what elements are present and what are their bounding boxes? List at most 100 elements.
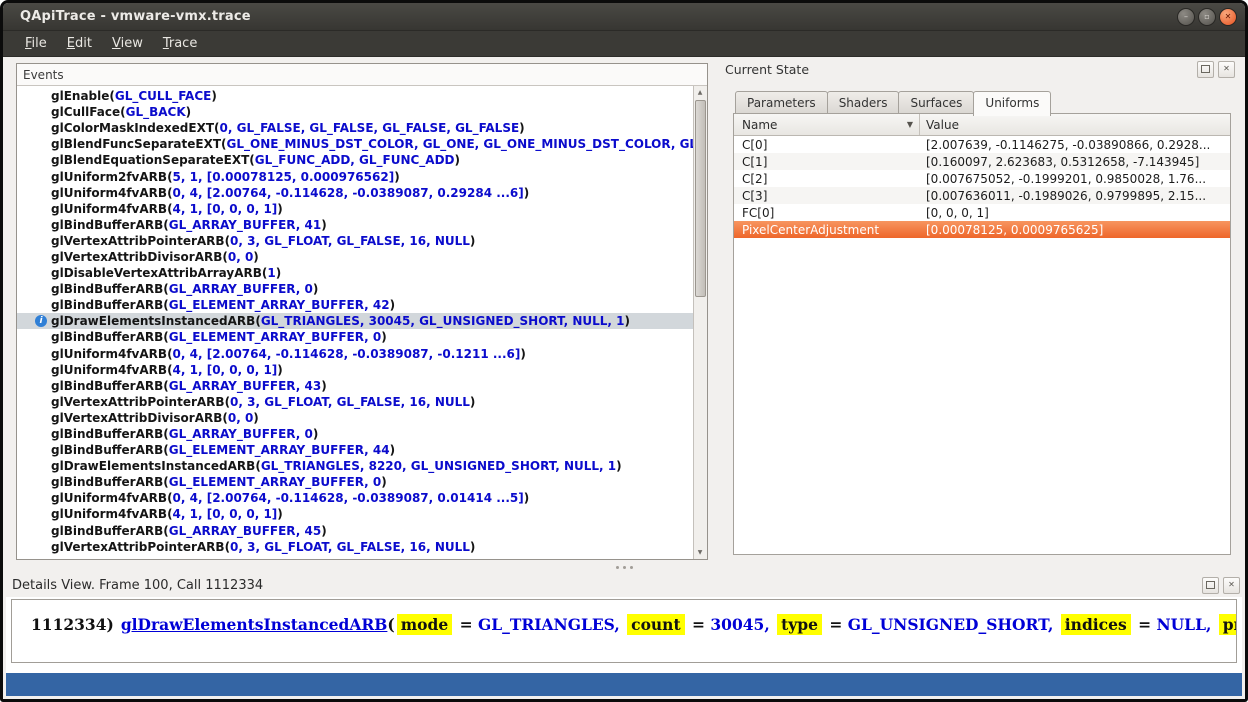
menu-item-view[interactable]: View [102,33,153,54]
tab-uniforms[interactable]: Uniforms [973,91,1051,116]
call-function-name: glBindBufferARB [51,298,163,312]
call-arguments: GL_BACK [126,105,186,119]
event-row[interactable]: glVertexAttribPointerARB(0, 3, GL_FLOAT,… [17,394,694,410]
event-row[interactable]: glCullFace(GL_BACK) [17,104,694,120]
dock-close-button[interactable]: ✕ [1223,577,1240,594]
call-function-name: glEnable [51,89,109,103]
event-row[interactable]: glVertexAttribPointerARB(0, 3, GL_FLOAT,… [17,539,694,555]
table-row[interactable]: FC[0][0, 0, 0, 1] [734,204,1230,221]
call-function-link[interactable]: glDrawElementsInstancedARB [121,615,388,634]
column-header-value[interactable]: Value [920,114,1230,135]
events-panel-titlebar[interactable]: Events [17,64,707,86]
details-title: Details View. Frame 100, Call 1112334 [12,578,263,593]
event-row[interactable]: glBindBufferARB(GL_ELEMENT_ARRAY_BUFFER,… [17,442,694,458]
table-row[interactable]: C[2][0.007675052, -0.1999201, 0.9850028,… [734,170,1230,187]
scroll-down-icon[interactable]: ▼ [694,549,706,556]
menu-item-edit[interactable]: Edit [57,33,102,54]
table-row[interactable]: PixelCenterAdjustment[0.00078125, 0.0009… [734,221,1230,238]
current-state-title: Current State [725,62,809,77]
dock-close-button[interactable]: ✕ [1218,61,1235,78]
maximize-button[interactable]: ▫ [1198,8,1216,26]
call-function-name: glVertexAttribDivisorARB [51,411,222,425]
tab-surfaces[interactable]: Surfaces [898,91,974,114]
dock-controls: ✕ [1193,61,1235,78]
event-row[interactable]: glUniform4fvARB(0, 4, [2.00764, -0.11462… [17,490,694,506]
event-row[interactable]: glBindBufferARB(GL_ELEMENT_ARRAY_BUFFER,… [17,297,694,313]
events-panel-title: Events [23,68,64,82]
details-titlebar[interactable]: Details View. Frame 100, Call 1112334 ✕ [6,573,1242,597]
uniform-name: C[2] [734,172,920,186]
table-row[interactable]: C[0][2.007639, -0.1146275, -0.03890866, … [734,136,1230,153]
events-panel: Events glEnable(GL_CULL_FACE)glCullFace(… [16,63,708,560]
scrollbar-thumb[interactable] [695,100,706,297]
event-row[interactable]: glVertexAttribDivisorARB(0, 0) [17,410,694,426]
param-name: mode [397,614,452,635]
event-row[interactable]: glBindBufferARB(GL_ARRAY_BUFFER, 41) [17,217,694,233]
event-row[interactable]: glBindBufferARB(GL_ARRAY_BUFFER, 45) [17,523,694,539]
event-row[interactable]: glBindBufferARB(GL_ELEMENT_ARRAY_BUFFER,… [17,329,694,345]
event-row[interactable]: glUniform4fvARB(4, 1, [0, 0, 0, 1]) [17,362,694,378]
uniform-value: [0.007675052, -0.1999201, 0.9850028, 1.7… [920,172,1230,186]
uniform-name: C[0] [734,138,920,152]
event-row[interactable]: glBlendFuncSeparateEXT(GL_ONE_MINUS_DST_… [17,136,694,152]
table-row[interactable]: C[3][0.007636011, -0.1989026, 0.9799895,… [734,187,1230,204]
event-row[interactable]: glEnable(GL_CULL_FACE) [17,88,694,104]
event-row[interactable]: glBindBufferARB(GL_ARRAY_BUFFER, 43) [17,378,694,394]
tab-parameters[interactable]: Parameters [735,91,828,114]
event-row[interactable]: glUniform4fvARB(0, 4, [2.00764, -0.11462… [17,185,694,201]
minimize-icon: – [1184,13,1188,21]
dock-close-icon: ✕ [1223,65,1230,73]
call-function-name: glUniform4fvARB [51,347,167,361]
event-row[interactable]: glVertexAttribDivisorARB(0, 0) [17,249,694,265]
menu-item-file[interactable]: File [15,33,57,54]
event-row[interactable]: glUniform2fvARB(5, 1, [0.00078125, 0.000… [17,168,694,184]
application-window: QApiTrace - vmware-vmx.trace – ▫ ✕ FileE… [0,0,1248,702]
call-function-name: glUniform4fvARB [51,202,167,216]
state-tabs: ParametersShadersSurfacesUniforms [735,91,1050,114]
event-row[interactable]: glBlendEquationSeparateEXT(GL_FUNC_ADD, … [17,152,694,168]
param-name: type [777,614,822,635]
menu-item-trace[interactable]: Trace [153,33,208,54]
splitter-handle[interactable] [6,562,1242,572]
column-header-name[interactable]: Name ▼ [734,114,920,135]
event-row[interactable]: glUniform4fvARB(0, 4, [2.00764, -0.11462… [17,346,694,362]
event-row[interactable]: glVertexAttribPointerARB(0, 3, GL_FLOAT,… [17,233,694,249]
maximize-icon: ▫ [1204,13,1209,21]
call-arguments: GL_ELEMENT_ARRAY_BUFFER, 0 [169,330,382,344]
event-row[interactable]: glDrawElementsInstancedARB(GL_TRIANGLES,… [17,458,694,474]
call-arguments: GL_ELEMENT_ARRAY_BUFFER, 42 [169,298,390,312]
uniform-value: [0, 0, 0, 1] [920,206,1230,220]
call-function-name: glColorMaskIndexedEXT [51,121,214,135]
titlebar[interactable]: QApiTrace - vmware-vmx.trace – ▫ ✕ [3,3,1245,31]
event-row[interactable]: glColorMaskIndexedEXT(0, GL_FALSE, GL_FA… [17,120,694,136]
uniforms-panel: Name ▼ Value C[0][2.007639, -0.1146275, … [733,113,1231,555]
tab-shaders[interactable]: Shaders [827,91,900,114]
scroll-up-icon[interactable]: ▲ [694,89,706,96]
float-button[interactable] [1202,577,1219,594]
event-row[interactable]: glBindBufferARB(GL_ARRAY_BUFFER, 0) [17,426,694,442]
menu-bar: FileEditViewTrace [3,31,1245,57]
float-button[interactable] [1197,61,1214,78]
events-scrollbar[interactable]: ▲ ▼ [693,86,707,559]
call-arguments: GL_ARRAY_BUFFER, 43 [169,379,321,393]
event-row[interactable]: glBindBufferARB(GL_ELEMENT_ARRAY_BUFFER,… [17,474,694,490]
event-row[interactable]: iglDrawElementsInstancedARB(GL_TRIANGLES… [17,313,694,329]
call-arguments: 4, 1, [0, 0, 0, 1] [173,202,278,216]
event-row[interactable]: glUniform4fvARB(4, 1, [0, 0, 0, 1]) [17,506,694,522]
event-row[interactable]: glDisableVertexAttribArrayARB(1) [17,265,694,281]
param-name: indices [1061,614,1131,635]
table-row[interactable]: C[1][0.160097, 2.623683, 0.5312658, -7.1… [734,153,1230,170]
param-value: NULL [1157,615,1206,634]
current-state-titlebar[interactable]: Current State ✕ [725,58,1237,80]
call-arguments: GL_ELEMENT_ARRAY_BUFFER, 0 [169,475,382,489]
event-row[interactable]: glUniform4fvARB(4, 1, [0, 0, 0, 1]) [17,201,694,217]
call-function-name: glBindBufferARB [51,330,163,344]
call-function-name: glUniform4fvARB [51,507,167,521]
call-arguments: 0, 4, [2.00764, -0.114628, -0.0389087, 0… [173,186,524,200]
uniform-name: C[1] [734,155,920,169]
minimize-button[interactable]: – [1177,8,1195,26]
event-row[interactable]: glBindBufferARB(GL_ARRAY_BUFFER, 0) [17,281,694,297]
close-button[interactable]: ✕ [1219,8,1237,26]
sort-arrow-icon[interactable]: ▼ [907,120,913,129]
float-icon [1201,65,1210,73]
